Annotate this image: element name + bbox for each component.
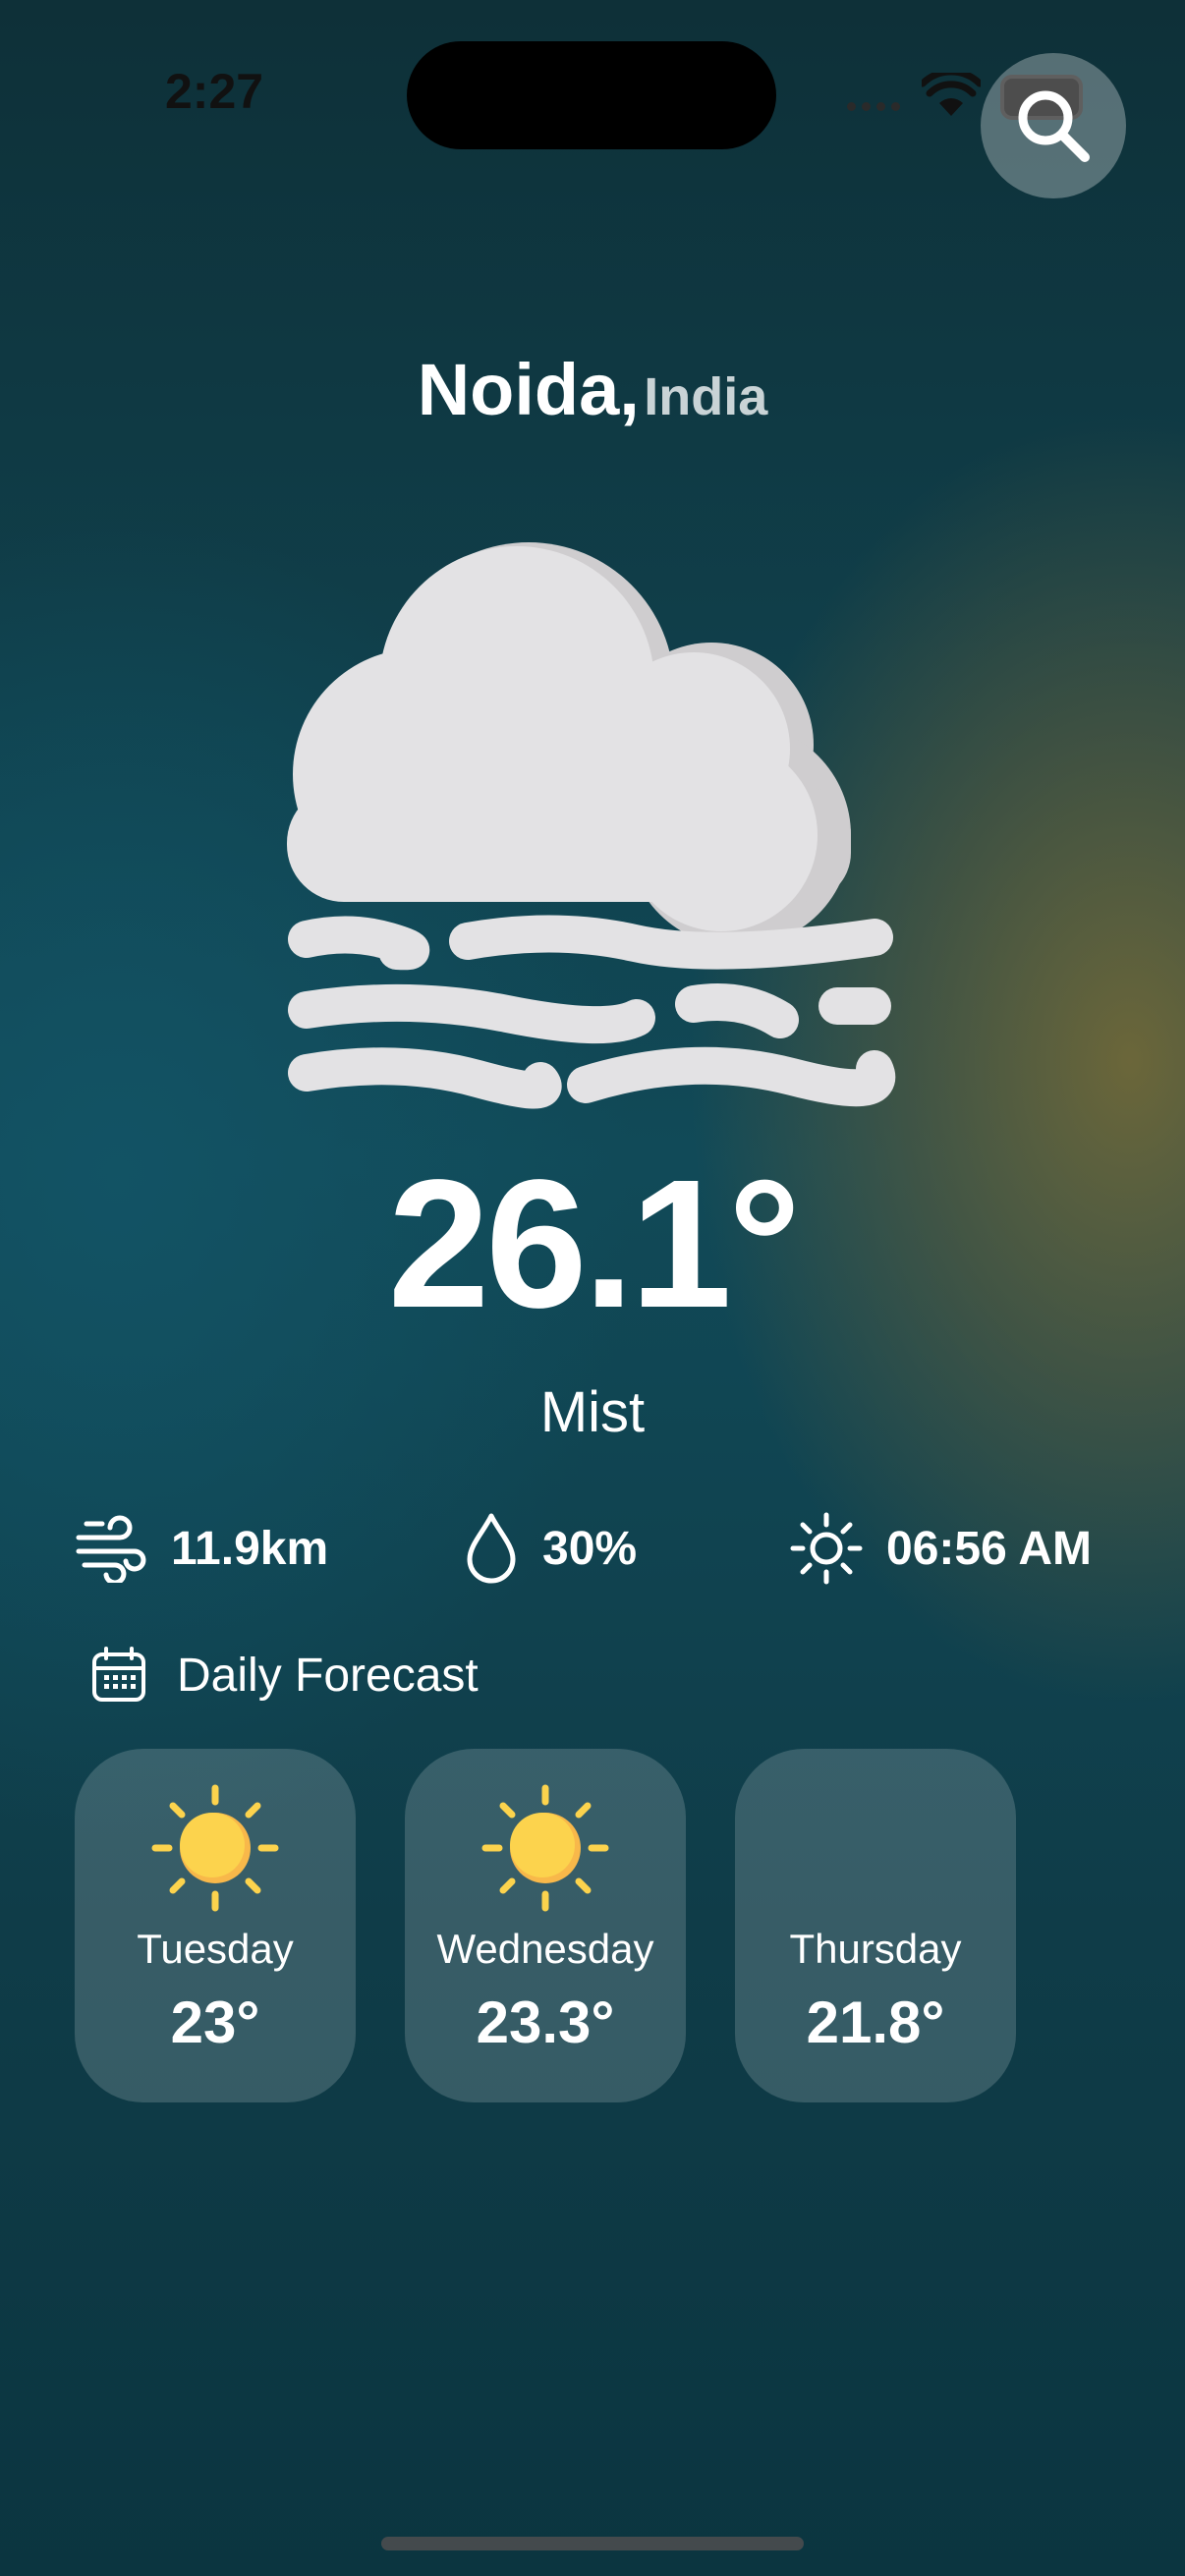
sun-icon	[790, 1512, 863, 1585]
forecast-card-tuesday[interactable]: Tuesday 23°	[75, 1749, 356, 2102]
cellular-signal-icon	[847, 98, 906, 112]
current-temperature: 26.1°	[387, 1143, 801, 1346]
forecast-title: Daily Forecast	[177, 1649, 479, 1702]
wind-value: 11.9km	[171, 1522, 329, 1575]
wind-icon	[76, 1515, 146, 1583]
forecast-day: Tuesday	[137, 1926, 294, 1972]
droplet-icon	[467, 1513, 516, 1584]
forecast-temp: 23.3°	[476, 1989, 615, 2055]
forecast-temp: 23°	[170, 1989, 260, 2055]
location-title: Noida, India	[0, 348, 1185, 431]
dynamic-island	[407, 41, 776, 149]
sun-icon	[481, 1784, 609, 1912]
city-name: Noida,	[417, 349, 640, 430]
country-name: India	[644, 367, 768, 426]
home-indicator[interactable]	[381, 2537, 804, 2550]
search-icon	[1018, 90, 1090, 162]
forecast-day: Wednesday	[436, 1926, 654, 1972]
sunrise-value: 06:56 AM	[886, 1522, 1092, 1575]
calendar-icon	[92, 1647, 145, 1702]
forecast-day: Thursday	[789, 1926, 962, 1972]
wifi-icon	[922, 73, 981, 116]
sun-icon	[151, 1784, 279, 1912]
wind-stat: 11.9km	[75, 1509, 328, 1588]
humidity-stat: 30%	[464, 1509, 637, 1588]
search-button[interactable]	[981, 53, 1126, 198]
forecast-card-wednesday[interactable]: Wednesday 23.3°	[405, 1749, 686, 2102]
humidity-value: 30%	[542, 1522, 638, 1575]
forecast-card-thursday[interactable]: Thursday 21.8°	[735, 1749, 1016, 2102]
weather-condition: Mist	[539, 1380, 646, 1444]
status-time: 2:27	[165, 64, 264, 119]
daily-forecast-header: Daily Forecast	[90, 1647, 479, 1704]
forecast-temp: 21.8°	[806, 1989, 945, 2055]
mist-cloud-icon	[287, 542, 896, 1109]
sunrise-stat: 06:56 AM	[790, 1509, 1092, 1588]
